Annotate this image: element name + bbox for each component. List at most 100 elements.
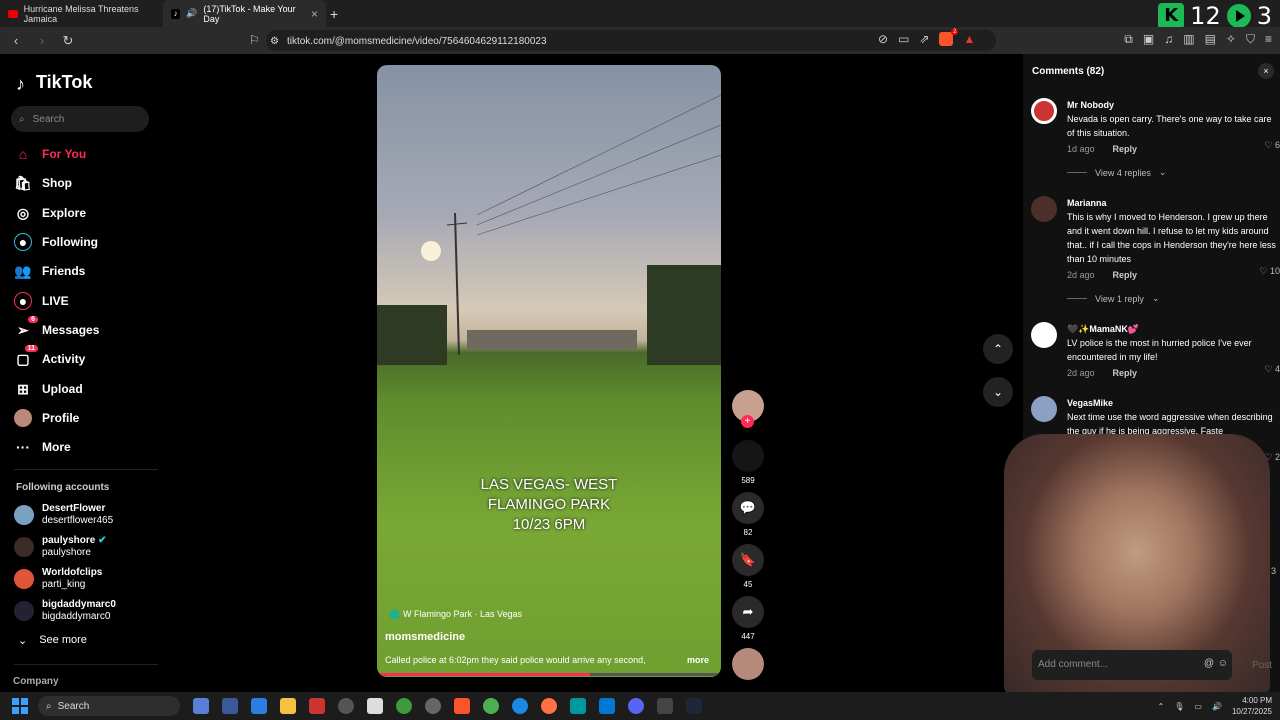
music-icon[interactable]: ♫ — [1164, 32, 1173, 47]
app-icon[interactable] — [309, 698, 325, 714]
comment-user[interactable]: 🖤✨MamaNK💕 — [1067, 322, 1277, 336]
app-icon[interactable] — [396, 698, 412, 714]
company-link[interactable]: Company — [13, 676, 59, 687]
leo-icon[interactable]: ✧ — [1226, 32, 1236, 47]
comment-user[interactable]: Marianna — [1067, 196, 1277, 210]
following-account[interactable]: DesertFlower desertflower465 — [14, 503, 113, 527]
windows-start-icon[interactable] — [12, 698, 28, 714]
search-input[interactable]: ⌕ Search — [11, 106, 149, 132]
video-author[interactable]: momsmedicine — [385, 631, 465, 643]
save-button[interactable]: 🔖 45 — [732, 544, 764, 589]
sidebar-item-messages[interactable]: ➢ 6 Messages — [14, 316, 99, 341]
site-info-icon[interactable]: ⚙ — [270, 36, 279, 47]
clock[interactable]: 4:00 PM 10/27/2025 — [1232, 695, 1272, 717]
post-button[interactable]: Post — [1252, 660, 1272, 671]
brave-shield-icon[interactable]: 2 — [939, 29, 959, 46]
sidebar-item-live[interactable]: ● LIVE — [14, 290, 69, 312]
brave-browser-icon[interactable] — [454, 698, 470, 714]
back-icon[interactable]: ‹ — [6, 33, 26, 48]
sidebar-item-friends[interactable]: 👥 Friends — [14, 260, 85, 282]
screenshot-icon[interactable]: ▣ — [1143, 32, 1154, 47]
url-field[interactable]: ⚙ tiktok.com/@momsmedicine/video/7564604… — [270, 33, 547, 49]
reply-button[interactable]: Reply — [1113, 142, 1138, 156]
add-comment-input[interactable]: Add comment... @ ☺ — [1032, 650, 1232, 680]
mention-icon[interactable]: @ — [1204, 658, 1214, 669]
app-icon[interactable] — [222, 698, 238, 714]
sidebar-toggle-icon[interactable]: ▥ — [1183, 32, 1194, 47]
like-button[interactable]: 589 — [732, 440, 764, 485]
avatar[interactable] — [1031, 196, 1057, 222]
edge-icon[interactable] — [512, 698, 528, 714]
app-icon[interactable] — [657, 698, 673, 714]
video-progress-bar[interactable] — [377, 673, 721, 676]
forward-icon[interactable]: › — [32, 33, 52, 48]
see-more-button[interactable]: ⌄ See more — [18, 634, 87, 647]
sidebar-item-profile[interactable]: Profile — [14, 407, 79, 429]
app-icon[interactable] — [367, 698, 383, 714]
following-account[interactable]: paulyshore ✔ paulyshore — [14, 535, 107, 559]
rewards-icon[interactable]: ▲ — [963, 32, 975, 46]
comment-user[interactable]: Mr Nobody — [1067, 98, 1277, 112]
app-icon[interactable] — [251, 698, 267, 714]
share-icon[interactable]: ⇗ — [919, 32, 929, 46]
vscode-icon[interactable] — [599, 698, 615, 714]
no-cast-icon[interactable]: ⊘ — [878, 32, 888, 46]
app-icon[interactable] — [425, 698, 441, 714]
chevron-up-icon[interactable]: ⌃ — [1158, 702, 1165, 711]
discord-icon[interactable] — [628, 698, 644, 714]
steam-icon[interactable] — [686, 698, 702, 714]
comment-likes[interactable]: ♡ 4 — [1264, 364, 1280, 375]
bookmark-icon[interactable]: ⚐ — [249, 33, 260, 47]
comment-likes[interactable]: ♡ 6 — [1264, 140, 1280, 151]
vpn-icon[interactable]: ⛉ — [1246, 32, 1255, 47]
sidebar-item-activity[interactable]: ▢ 11 Activity — [14, 345, 85, 370]
view-replies-button[interactable]: View 4 replies ⌄ — [1067, 167, 1166, 178]
sidebar-item-more[interactable]: ··· More — [14, 436, 71, 458]
file-explorer-icon[interactable] — [280, 698, 296, 714]
sidebar-item-explore[interactable]: ◎ Explore — [14, 202, 86, 224]
microphone-icon[interactable]: 🎙 — [1174, 702, 1184, 711]
sound-disc[interactable] — [732, 648, 764, 680]
cast-icon[interactable]: ▭ — [898, 32, 909, 46]
caption-more-button[interactable]: more — [687, 655, 709, 665]
wallet-icon[interactable]: ▤ — [1205, 32, 1216, 47]
chrome-icon[interactable] — [483, 698, 499, 714]
sidebar-item-upload[interactable]: ⊞ Upload — [14, 378, 83, 400]
comment-button[interactable]: 💬 82 — [732, 492, 764, 537]
reload-icon[interactable]: ↻ — [58, 33, 78, 49]
location-tag[interactable]: W Flamingo Park · Las Vegas — [390, 609, 522, 619]
app-icon[interactable] — [193, 698, 209, 714]
reply-button[interactable]: Reply — [1113, 268, 1138, 282]
comment-likes[interactable]: ♡ 10 — [1259, 266, 1280, 277]
new-tab-button[interactable]: + — [330, 6, 338, 22]
menu-icon[interactable]: ≡ — [1265, 32, 1272, 47]
next-video-button[interactable]: ⌄ — [983, 377, 1013, 407]
volume-icon[interactable]: 🔊 — [1212, 702, 1222, 711]
previous-video-button[interactable]: ⌃ — [983, 334, 1013, 364]
app-icon[interactable] — [338, 698, 354, 714]
share-button[interactable]: ➦ 447 — [732, 596, 764, 641]
video-player[interactable]: LAS VEGAS- WEST FLAMINGO PARK 10/23 6PM … — [377, 65, 721, 677]
close-comments-icon[interactable]: × — [1258, 63, 1274, 79]
view-replies-button[interactable]: View 1 reply ⌄ — [1067, 293, 1159, 304]
close-tab-icon[interactable]: × — [311, 7, 318, 21]
sidebar-item-for-you[interactable]: ⌂ For You — [14, 143, 86, 165]
emoji-icon[interactable]: ☺ — [1218, 658, 1228, 669]
firefox-icon[interactable] — [541, 698, 557, 714]
arduino-icon[interactable] — [570, 698, 586, 714]
tab-hurricane[interactable]: Hurricane Melissa Threatens Jamaica — [0, 0, 163, 27]
tab-tiktok[interactable]: ♪ 🔊 (17)TikTok - Make Your Day × — [163, 0, 326, 27]
follow-plus-icon[interactable]: + — [741, 415, 754, 428]
following-account[interactable]: Worldofclips parti_king — [14, 567, 102, 591]
sidebar-item-shop[interactable]: 🛍 Shop — [14, 172, 72, 194]
avatar[interactable] — [1031, 98, 1057, 124]
following-account[interactable]: bigdaddymarc0 bigdaddymarc0 — [14, 599, 116, 623]
comment-user[interactable]: VegasMike — [1067, 396, 1277, 410]
tiktok-logo[interactable]: ♪ TikTok — [16, 72, 92, 94]
avatar[interactable] — [1031, 322, 1057, 348]
taskbar-search[interactable]: ⌕ Search — [38, 696, 180, 716]
extensions-icon[interactable]: ⧉ — [1124, 32, 1133, 47]
reply-button[interactable]: Reply — [1113, 366, 1138, 380]
audio-icon[interactable]: 🔊 — [186, 8, 197, 19]
sidebar-item-following[interactable]: ● Following — [14, 231, 98, 253]
